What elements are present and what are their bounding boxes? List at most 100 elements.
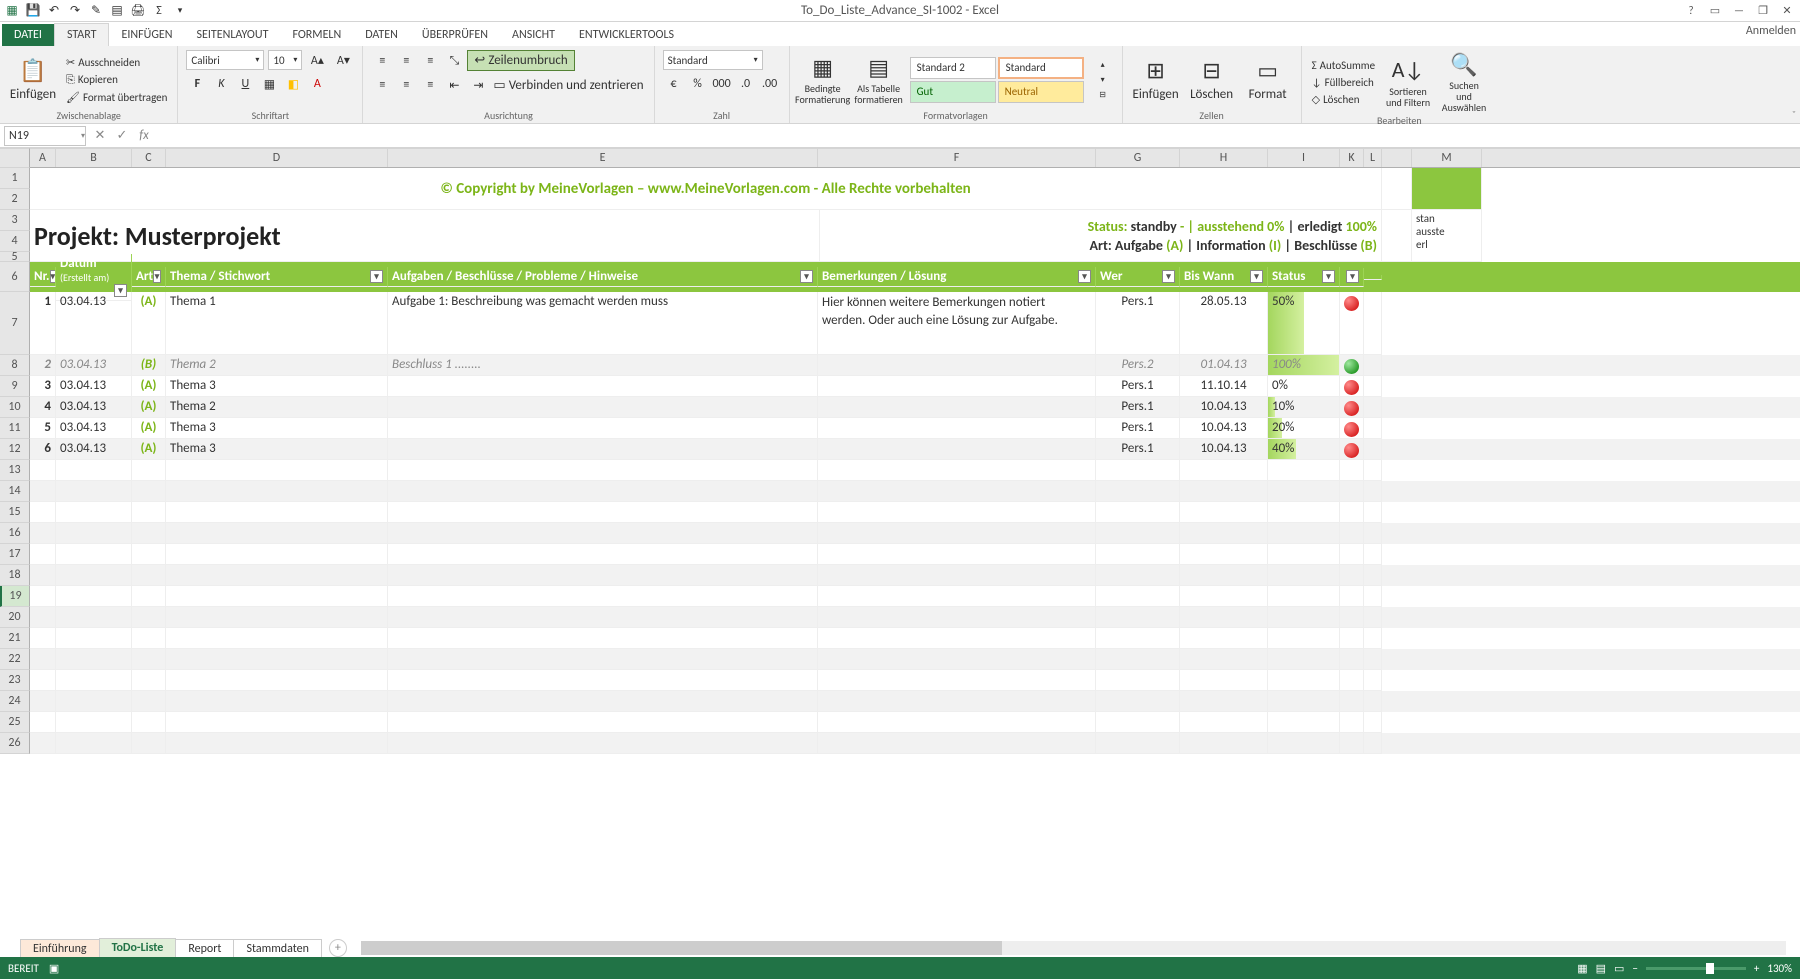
zoom-slider[interactable]: [1646, 967, 1746, 970]
empty-row[interactable]: [30, 607, 1800, 628]
font-name-select[interactable]: Calibri▾: [186, 50, 264, 70]
qat-icon[interactable]: ✎: [87, 2, 105, 20]
select-all-triangle[interactable]: [0, 148, 30, 168]
redo-icon[interactable]: ↷: [66, 2, 84, 20]
empty-row[interactable]: [30, 649, 1800, 670]
fill-button[interactable]: ↓Füllbereich: [1310, 75, 1377, 90]
row-header[interactable]: 23: [0, 670, 30, 691]
row-header[interactable]: 10: [0, 397, 30, 418]
help-icon[interactable]: ?: [1680, 2, 1702, 20]
row-header[interactable]: 22: [0, 649, 30, 670]
save-icon[interactable]: 💾: [24, 2, 42, 20]
indent-dec-button[interactable]: ⇤: [443, 75, 465, 95]
underline-button[interactable]: U: [234, 74, 256, 94]
italic-button[interactable]: K: [210, 74, 232, 94]
filter-icon[interactable]: ▾: [370, 270, 383, 283]
name-box[interactable]: N19▾: [4, 126, 86, 146]
row-header[interactable]: 5: [0, 252, 30, 262]
row-header[interactable]: 1: [0, 168, 30, 189]
fx-icon[interactable]: fx: [134, 128, 154, 143]
sheet-tab-todo-liste[interactable]: ToDo-Liste: [99, 938, 177, 959]
ribbon-tab-start[interactable]: START: [54, 23, 110, 46]
format-painter-button[interactable]: 🖌Format übertragen: [64, 90, 169, 105]
formula-input[interactable]: [154, 126, 1800, 146]
zoom-knob[interactable]: [1706, 963, 1714, 974]
row-header[interactable]: 15: [0, 502, 30, 523]
row-header[interactable]: 8: [0, 355, 30, 376]
empty-row[interactable]: [30, 502, 1800, 523]
empty-row[interactable]: [30, 481, 1800, 502]
sheet-tab-report[interactable]: Report: [175, 939, 234, 958]
row-header[interactable]: 11: [0, 418, 30, 439]
row-header[interactable]: 7: [0, 292, 30, 355]
sheet-tab-stammdaten[interactable]: Stammdaten: [233, 939, 321, 958]
ribbon-tab-formeln[interactable]: FORMELN: [280, 24, 353, 46]
empty-row[interactable]: [30, 670, 1800, 691]
qat-more-icon[interactable]: ▾: [171, 2, 189, 20]
comma-button[interactable]: 000: [711, 74, 733, 94]
currency-button[interactable]: €: [663, 74, 685, 94]
macro-record-icon[interactable]: ▣: [49, 962, 59, 975]
signin-link[interactable]: Anmelden: [1746, 24, 1796, 38]
col-header[interactable]: [1382, 149, 1412, 167]
row-header[interactable]: 19: [0, 586, 30, 607]
font-size-select[interactable]: 10▾: [268, 50, 302, 70]
sort-filter-button[interactable]: A↓Sortieren und Filtern: [1383, 56, 1433, 109]
cells-area[interactable]: © Copyright by MeineVorlagen – www.Meine…: [30, 168, 1800, 754]
new-sheet-button[interactable]: +: [329, 939, 347, 957]
col-header[interactable]: G: [1096, 149, 1180, 167]
row-header[interactable]: 17: [0, 544, 30, 565]
view-layout-icon[interactable]: ▤: [1596, 962, 1606, 975]
horizontal-scrollbar[interactable]: [361, 941, 1786, 955]
cell-style-standard[interactable]: Standard: [998, 57, 1084, 79]
filter-icon[interactable]: ▾: [800, 270, 813, 283]
col-header[interactable]: M: [1412, 149, 1482, 167]
format-cells-button[interactable]: ▭Format: [1243, 57, 1293, 103]
close-icon[interactable]: ✕: [1776, 2, 1798, 20]
filter-icon[interactable]: ▾: [1346, 270, 1359, 283]
row-header[interactable]: 21: [0, 628, 30, 649]
filter-icon[interactable]: ▾: [1250, 270, 1263, 283]
font-color-button[interactable]: A: [306, 74, 328, 94]
align-left-button[interactable]: ≡: [371, 75, 393, 95]
col-header[interactable]: D: [166, 149, 388, 167]
find-select-button[interactable]: 🔍Suchen und Auswählen: [1439, 50, 1489, 114]
ribbon-tab-ansicht[interactable]: ANSICHT: [500, 24, 567, 46]
col-header[interactable]: B: [56, 149, 132, 167]
ribbon-tab-einfügen[interactable]: EINFÜGEN: [109, 24, 184, 46]
styles-scroll-up[interactable]: ▴: [1092, 58, 1114, 72]
sheet-tab-einführung[interactable]: Einführung: [20, 939, 100, 958]
ribbon-display-icon[interactable]: ▭: [1704, 2, 1726, 20]
cell-style-standard2[interactable]: Standard 2: [910, 57, 996, 79]
col-header[interactable]: L: [1364, 149, 1382, 167]
row-header[interactable]: 26: [0, 733, 30, 754]
maximize-icon[interactable]: ❐: [1752, 2, 1774, 20]
ribbon-tab-datei[interactable]: DATEI: [2, 24, 54, 46]
col-header[interactable]: E: [388, 149, 818, 167]
empty-row[interactable]: [30, 523, 1800, 544]
zoom-in-icon[interactable]: +: [1754, 962, 1759, 975]
empty-row[interactable]: [30, 733, 1800, 754]
paste-button[interactable]: 📋Einfügen: [8, 57, 58, 103]
col-header[interactable]: F: [818, 149, 1096, 167]
filter-icon[interactable]: ▾: [153, 270, 161, 283]
ribbon-tab-seitenlayout[interactable]: SEITENLAYOUT: [185, 24, 281, 46]
undo-icon[interactable]: ↶: [45, 2, 63, 20]
clear-button[interactable]: ◇Löschen: [1310, 92, 1377, 107]
qat-icon[interactable]: ▤: [108, 2, 126, 20]
percent-button[interactable]: %: [687, 74, 709, 94]
number-format-select[interactable]: Standard▾: [663, 50, 763, 70]
view-normal-icon[interactable]: ▦: [1577, 962, 1587, 975]
empty-row[interactable]: [30, 544, 1800, 565]
table-row[interactable]: 6 03.04.13 (A) Thema 3 Pers.1 10.04.13 4…: [30, 439, 1800, 460]
insert-cells-button[interactable]: ⊞Einfügen: [1131, 57, 1181, 103]
delete-cells-button[interactable]: ⊟Löschen: [1187, 57, 1237, 103]
cell-style-neutral[interactable]: Neutral: [998, 81, 1084, 103]
border-button[interactable]: ▦: [258, 74, 280, 94]
table-row[interactable]: 5 03.04.13 (A) Thema 3 Pers.1 10.04.13 2…: [30, 418, 1800, 439]
zoom-value[interactable]: 130%: [1767, 962, 1792, 975]
empty-row[interactable]: [30, 565, 1800, 586]
row-header[interactable]: 9: [0, 376, 30, 397]
orientation-button[interactable]: ⤡: [443, 51, 465, 71]
filter-icon[interactable]: ▾: [1162, 270, 1175, 283]
